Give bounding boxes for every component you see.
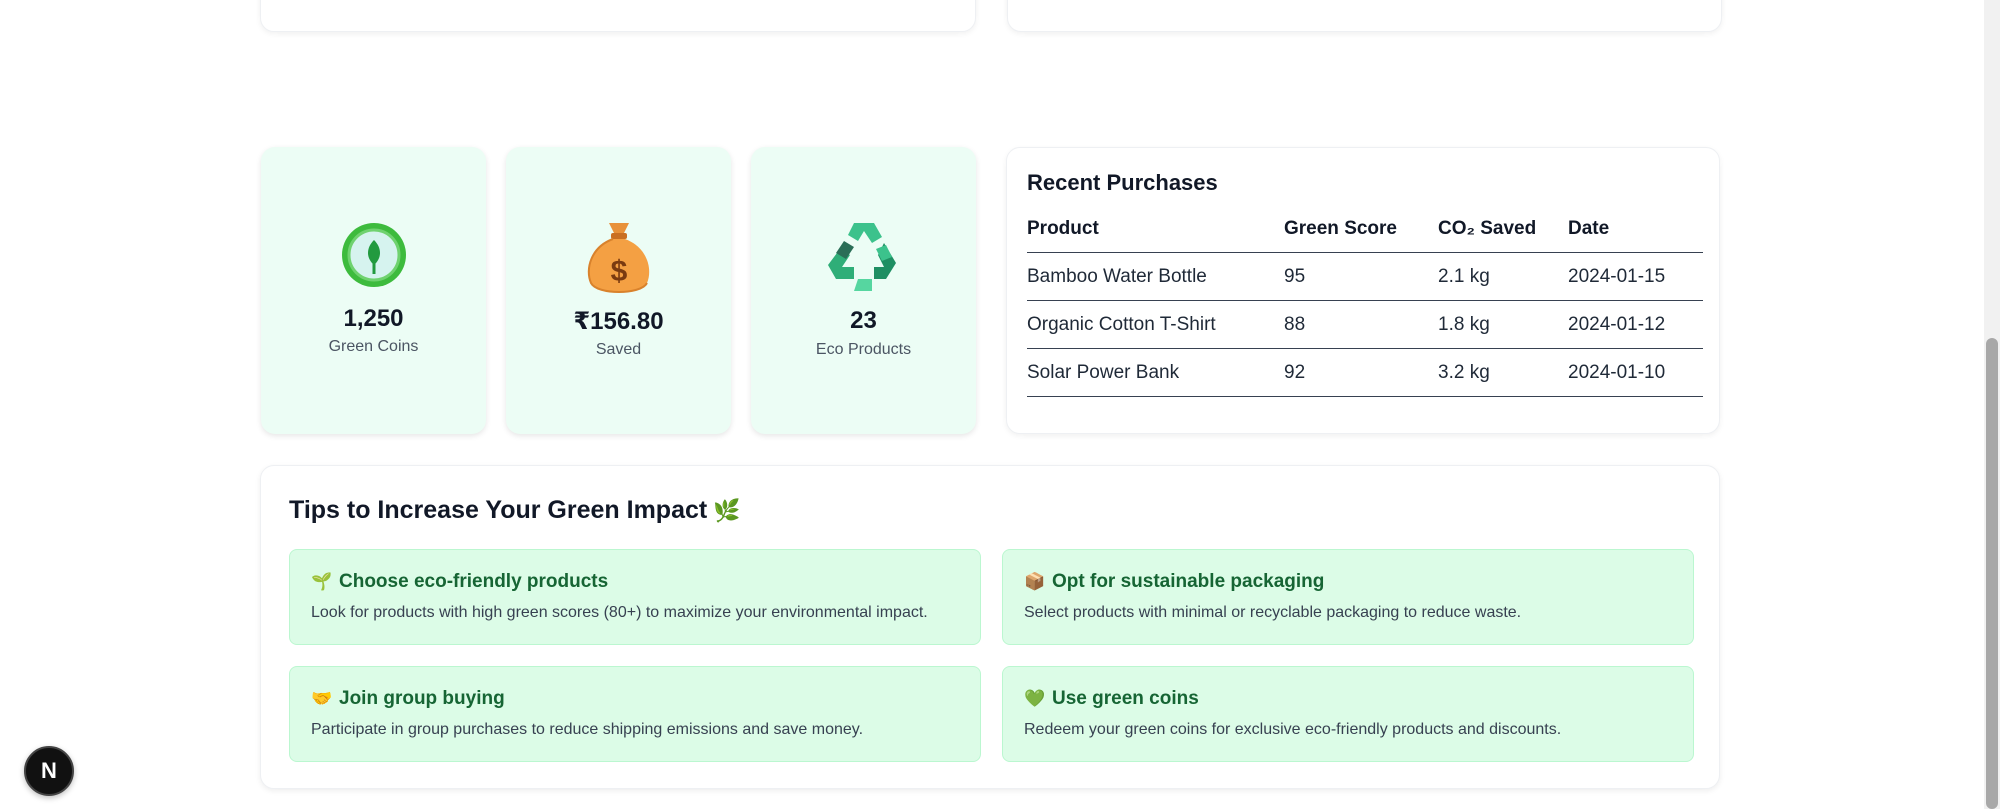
package-icon: 📦: [1024, 572, 1046, 591]
cell-co2-saved: 1.8 kg: [1438, 314, 1490, 335]
seedling-icon: 🌱: [311, 572, 333, 591]
green-heart-icon: 💚: [1024, 689, 1046, 708]
tip-group-buying: 🤝 Join group buying Participate in group …: [289, 666, 981, 762]
purchases-table: Product Green Score CO₂ Saved Date Bambo…: [1027, 205, 1703, 397]
stat-value: ₹156.80: [573, 308, 664, 335]
leaf-coin-icon: [261, 219, 486, 291]
recent-purchases-title: Recent Purchases: [1027, 170, 1218, 195]
tips-card: Tips to Increase Your Green Impact 🌿 🌱 Cho…: [260, 465, 1720, 789]
tip-title-text: Opt for sustainable packaging: [1052, 571, 1325, 592]
table-row: Bamboo Water Bottle 95 2.1 kg 2024-01-15: [1027, 253, 1703, 301]
column-header-date: Date: [1568, 218, 1610, 239]
nextjs-dev-badge-button[interactable]: N: [24, 746, 74, 796]
tip-description: Participate in group purchases to reduce…: [311, 721, 864, 738]
svg-text:$: $: [610, 255, 627, 288]
cell-product: Organic Cotton T-Shirt: [1027, 314, 1216, 335]
tip-choose-eco-friendly: 🌱 Choose eco-friendly products Look for p…: [289, 549, 981, 645]
tip-title-text: Choose eco-friendly products: [339, 571, 609, 592]
cell-green-score: 88: [1284, 314, 1306, 335]
tip-title: 🌱 Choose eco-friendly products: [311, 571, 608, 593]
cell-co2-saved: 3.2 kg: [1438, 362, 1490, 383]
tip-use-green-coins: 💚 Use green coins Redeem your green coins…: [1002, 666, 1694, 762]
page: 1,250 Green Coins $ ₹156.80 Saved 23 Eco…: [0, 0, 2000, 809]
stat-label: Eco Products: [815, 341, 912, 358]
tip-sustainable-packaging: 📦 Opt for sustainable packaging Select pr…: [1002, 549, 1694, 645]
stat-card-saved: $ ₹156.80 Saved: [506, 147, 731, 434]
column-header-green-score: Green Score: [1284, 218, 1397, 239]
recent-purchases-card: Recent Purchases Product Green Score CO₂…: [1006, 147, 1720, 434]
page-scrollbar[interactable]: [1984, 0, 2000, 809]
scrollbar-thumb[interactable]: [1986, 338, 1998, 809]
stat-value: 23: [850, 307, 877, 334]
nextjs-logo-icon: N: [41, 758, 57, 783]
cell-date: 2024-01-12: [1568, 314, 1666, 335]
cell-green-score: 92: [1284, 362, 1306, 383]
tips-title: Tips to Increase Your Green Impact 🌿: [289, 496, 741, 525]
column-header-co2-saved: CO₂ Saved: [1438, 218, 1537, 239]
stat-label: Saved: [595, 341, 642, 358]
tip-title: 📦 Opt for sustainable packaging: [1024, 571, 1324, 593]
herb-icon: 🌿: [713, 498, 741, 523]
stat-value: 1,250: [343, 305, 404, 332]
tip-description: Select products with minimal or recyclab…: [1024, 604, 1522, 621]
tips-title-text: Tips to Increase Your Green Impact: [289, 496, 708, 524]
table-row: Solar Power Bank 92 3.2 kg 2024-01-10: [1027, 349, 1703, 397]
top-card-right: [1007, 0, 1722, 32]
cell-product: Solar Power Bank: [1027, 362, 1180, 383]
tip-title: 💚 Use green coins: [1024, 688, 1199, 710]
cell-green-score: 95: [1284, 266, 1306, 287]
cell-co2-saved: 2.1 kg: [1438, 266, 1490, 287]
money-bag-icon: $: [506, 217, 731, 297]
column-header-product: Product: [1027, 218, 1099, 239]
tip-description: Redeem your green coins for exclusive ec…: [1024, 721, 1562, 738]
table-header-row: Product Green Score CO₂ Saved Date: [1027, 205, 1703, 253]
top-card-left: [260, 0, 976, 32]
cell-date: 2024-01-15: [1568, 266, 1666, 287]
table-row: Organic Cotton T-Shirt 88 1.8 kg 2024-01…: [1027, 301, 1703, 349]
tip-description: Look for products with high green scores…: [311, 604, 928, 621]
stat-card-green-coins: 1,250 Green Coins: [261, 147, 486, 434]
stat-card-eco-products: 23 Eco Products: [751, 147, 976, 434]
tip-title-text: Use green coins: [1052, 688, 1199, 709]
tip-title-text: Join group buying: [339, 688, 505, 709]
cell-date: 2024-01-10: [1568, 362, 1666, 383]
cell-product: Bamboo Water Bottle: [1027, 266, 1207, 287]
recycle-icon: [751, 219, 976, 295]
tip-title: 🤝 Join group buying: [311, 688, 505, 710]
stat-label: Green Coins: [328, 338, 419, 355]
handshake-icon: 🤝: [311, 689, 333, 708]
